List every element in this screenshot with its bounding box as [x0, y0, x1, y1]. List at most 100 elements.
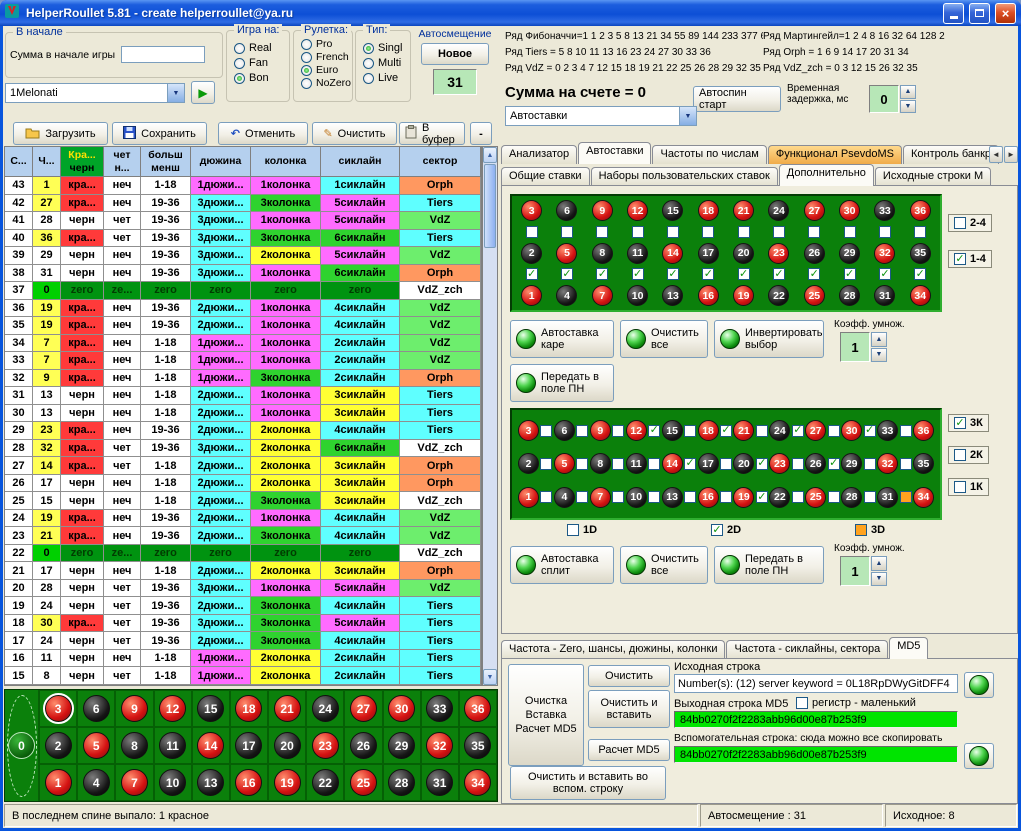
bet-checkbox[interactable]: [844, 226, 856, 238]
bet-number-8[interactable]: 8: [590, 453, 611, 474]
wheel-number-33[interactable]: 33: [426, 695, 453, 722]
bet-number-35[interactable]: 35: [910, 243, 931, 264]
wheel-number-14[interactable]: 14: [197, 732, 224, 759]
history-row[interactable]: 2714кра...чет1-182дюжи...2колонка3сиклай…: [5, 457, 481, 475]
radio-pro[interactable]: Pro: [301, 38, 352, 50]
radio-french[interactable]: French: [301, 51, 352, 63]
wheel-number-8[interactable]: 8: [121, 732, 148, 759]
clear-button[interactable]: ✎ Очистить: [312, 122, 397, 145]
autospin-start-button[interactable]: Автоспин старт: [693, 86, 781, 112]
bet-number-32[interactable]: 32: [874, 243, 895, 264]
bet-checkbox[interactable]: [720, 425, 732, 437]
bet-number-33[interactable]: 33: [874, 200, 895, 221]
wheel-number-35[interactable]: 35: [464, 732, 491, 759]
dim-checkbox[interactable]: [711, 524, 723, 536]
bet-checkbox[interactable]: [596, 268, 608, 280]
side-checkbox[interactable]: [954, 417, 966, 429]
delay-spinner[interactable]: 0 ▲ ▼: [869, 85, 916, 113]
bet-checkbox[interactable]: [720, 458, 732, 470]
bet-checkbox[interactable]: [720, 491, 732, 503]
tab-scroll-right-icon[interactable]: ►: [1004, 146, 1018, 163]
bet-checkbox[interactable]: [914, 226, 926, 238]
bet-checkbox[interactable]: [828, 458, 840, 470]
bet-number-2[interactable]: 2: [518, 453, 539, 474]
bet-number-28[interactable]: 28: [839, 285, 860, 306]
title-bar[interactable]: HelperRoullet 5.81 - create helperroulle…: [0, 0, 1021, 26]
bet-number-9[interactable]: 9: [590, 420, 611, 441]
wheel-number-13[interactable]: 13: [197, 769, 224, 796]
wheel-number-28[interactable]: 28: [388, 769, 415, 796]
bet-number-10[interactable]: 10: [626, 487, 647, 508]
wheel-number-6[interactable]: 6: [83, 695, 110, 722]
bet-number-23[interactable]: 23: [769, 453, 790, 474]
bet-checkbox[interactable]: [632, 268, 644, 280]
dim-checkbox[interactable]: [855, 524, 867, 536]
bet-checkbox[interactable]: [900, 458, 912, 470]
bet-number-34[interactable]: 34: [913, 487, 934, 508]
bet-number-5[interactable]: 5: [556, 243, 577, 264]
bet-checkbox[interactable]: [756, 425, 768, 437]
history-row[interactable]: 3831черннеч19-363дюжи...1колонка6сиклайн…: [5, 265, 481, 283]
subtab-user-bet-sets[interactable]: Наборы пользовательских ставок: [591, 167, 778, 186]
bet-checkbox[interactable]: [844, 268, 856, 280]
bet-checkbox[interactable]: [808, 268, 820, 280]
wheel-number-22[interactable]: 22: [312, 769, 339, 796]
bet-checkbox[interactable]: [576, 425, 588, 437]
wheel-number-7[interactable]: 7: [121, 769, 148, 796]
history-row[interactable]: 2923кра...неч19-362дюжи...2колонка4сикла…: [5, 422, 481, 440]
wheel-number-36[interactable]: 36: [464, 695, 491, 722]
wheel-number-16[interactable]: 16: [235, 769, 262, 796]
side-checkbox[interactable]: [954, 449, 966, 461]
bet-number-28[interactable]: 28: [841, 487, 862, 508]
wheel-number-24[interactable]: 24: [312, 695, 339, 722]
bet-checkbox[interactable]: [540, 458, 552, 470]
bet-checkbox[interactable]: [792, 491, 804, 503]
bet-number-27[interactable]: 27: [804, 200, 825, 221]
wheel-number-2[interactable]: 2: [45, 732, 72, 759]
wheel-number-9[interactable]: 9: [121, 695, 148, 722]
side-option-1К[interactable]: 1К: [948, 478, 989, 496]
radio-singl[interactable]: Singl: [363, 42, 410, 54]
history-row[interactable]: 329кра...неч1-181дюжи...3колонка2сиклайн…: [5, 370, 481, 388]
bet-number-19[interactable]: 19: [733, 285, 754, 306]
side-option-1-4[interactable]: 1-4: [948, 250, 992, 268]
history-row[interactable]: 3013черннеч1-182дюжи...1колонка3сиклайнT…: [5, 405, 481, 423]
bet-number-21[interactable]: 21: [733, 420, 754, 441]
load-button[interactable]: Загрузить: [13, 122, 108, 145]
bet-checkbox[interactable]: [596, 226, 608, 238]
bet-number-5[interactable]: 5: [554, 453, 575, 474]
spin-up-icon[interactable]: ▲: [871, 332, 887, 347]
bet-checkbox[interactable]: [648, 425, 660, 437]
dim-option-1D[interactable]: 1D: [567, 524, 597, 536]
bet-checkbox[interactable]: [900, 491, 912, 503]
dim-checkbox[interactable]: [567, 524, 579, 536]
tab-autobets[interactable]: Автоставки: [578, 142, 651, 164]
radio-euro[interactable]: Euro: [301, 64, 352, 76]
history-row[interactable]: 4227кра...неч19-363дюжи...3колонка5сикла…: [5, 195, 481, 213]
history-row[interactable]: 2832кра...чет19-363дюжи...2колонка6сикла…: [5, 440, 481, 458]
bet-number-32[interactable]: 32: [877, 453, 898, 474]
wheel-number-3[interactable]: 3: [45, 695, 72, 722]
side-checkbox[interactable]: [954, 253, 966, 265]
lowercase-checkbox[interactable]: [796, 697, 808, 709]
tab-scroll-left-icon[interactable]: ◄: [989, 146, 1003, 163]
bet-checkbox[interactable]: [612, 458, 624, 470]
wheel-number-34[interactable]: 34: [464, 769, 491, 796]
wheel-number-23[interactable]: 23: [312, 732, 339, 759]
send-to-pn-button-2[interactable]: Передать в поле ПН: [714, 546, 824, 584]
bet-checkbox[interactable]: [900, 425, 912, 437]
tab-number-frequencies[interactable]: Частоты по числам: [652, 145, 766, 164]
bet-checkbox[interactable]: [684, 425, 696, 437]
bet-checkbox[interactable]: [667, 268, 679, 280]
table-scrollbar[interactable]: ▲ ▼: [482, 146, 498, 686]
wheel-number-18[interactable]: 18: [235, 695, 262, 722]
bet-checkbox[interactable]: [828, 491, 840, 503]
bet-checkbox[interactable]: [864, 425, 876, 437]
history-row[interactable]: 431кра...неч1-181дюжи...1колонка1сиклайн…: [5, 177, 481, 195]
history-row[interactable]: 2617черннеч1-182дюжи...2колонка3сиклайнO…: [5, 475, 481, 493]
bet-checkbox[interactable]: [756, 491, 768, 503]
scroll-up-icon[interactable]: ▲: [483, 147, 497, 163]
minus-button[interactable]: -: [470, 122, 492, 145]
bet-checkbox[interactable]: [879, 226, 891, 238]
md5-source-input[interactable]: [674, 674, 958, 693]
